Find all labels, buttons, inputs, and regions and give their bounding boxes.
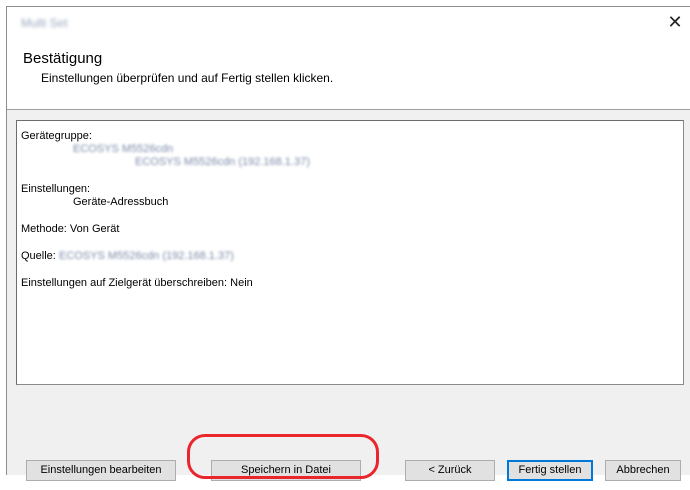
page-subtitle: Einstellungen überprüfen und auf Fertig … — [41, 71, 334, 85]
overwrite-text: Einstellungen auf Zielgerät überschreibe… — [21, 277, 253, 289]
title-bar: Multi Set ✕ — [7, 7, 690, 39]
device-group-name: ECOSYS M5526cdn — [73, 143, 174, 155]
wizard-header: Bestätigung Einstellungen überprüfen und… — [7, 39, 690, 110]
wizard-body: Gerätegruppe: ECOSYS M5526cdn ECOSYS M55… — [7, 110, 690, 481]
source-value: ECOSYS M5526cdn (192.168.1.37) — [59, 250, 234, 262]
summary-textbox[interactable]: Gerätegruppe: ECOSYS M5526cdn ECOSYS M55… — [16, 120, 684, 385]
save-to-file-button[interactable]: Speichern in Datei — [211, 460, 361, 481]
device-group-label: Gerätegruppe: — [21, 130, 92, 142]
close-icon[interactable]: ✕ — [664, 11, 686, 33]
settings-label: Einstellungen: — [21, 183, 91, 195]
back-button[interactable]: < Zurück — [405, 460, 495, 481]
source-label: Quelle: — [21, 250, 56, 262]
page-title: Bestätigung — [23, 50, 103, 67]
button-row: Einstellungen bearbeiten Speichern in Da… — [7, 460, 690, 490]
edit-settings-button[interactable]: Einstellungen bearbeiten — [26, 460, 176, 481]
window-title: Multi Set — [21, 16, 68, 30]
device-group-device: ECOSYS M5526cdn (192.168.1.37) — [135, 156, 310, 168]
settings-value: Geräte-Adressbuch — [73, 196, 169, 208]
dialog-window: Multi Set ✕ Bestätigung Einstellungen üb… — [6, 6, 690, 481]
cancel-button[interactable]: Abbrechen — [605, 460, 681, 481]
finish-button[interactable]: Fertig stellen — [507, 460, 593, 481]
method-text: Methode: Von Gerät — [21, 223, 120, 235]
